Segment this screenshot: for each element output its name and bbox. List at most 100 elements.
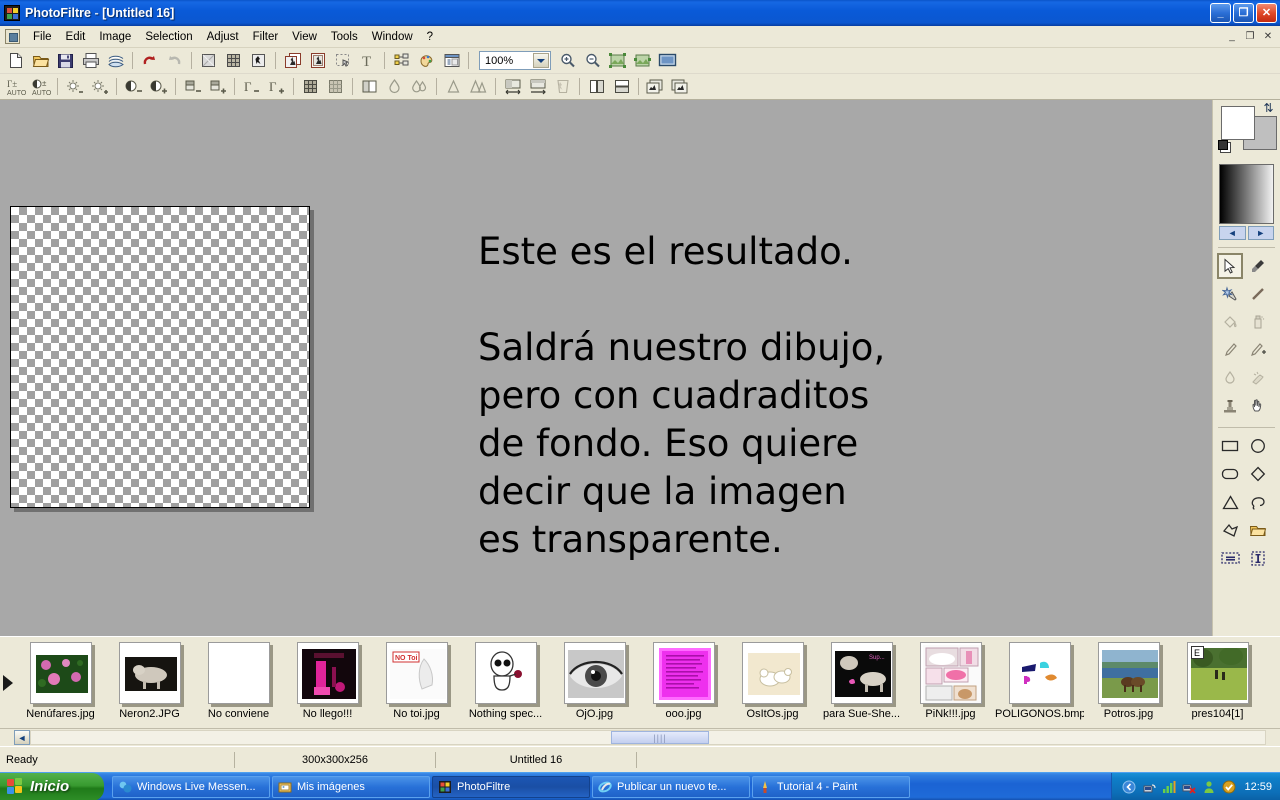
new-icon[interactable]	[4, 50, 27, 72]
fit-image-icon[interactable]	[606, 50, 629, 72]
list-item[interactable]: E pres104[1]	[1173, 637, 1262, 720]
sharpen-more-icon[interactable]	[467, 76, 490, 98]
rotate-right-icon[interactable]	[669, 76, 692, 98]
undo-icon[interactable]	[138, 50, 161, 72]
zoom-out-icon[interactable]	[581, 50, 604, 72]
auto-contrast-icon[interactable]: ± AUTO	[29, 76, 52, 98]
select-all-icon[interactable]	[331, 50, 354, 72]
blur-icon[interactable]	[383, 76, 406, 98]
thumbnail-image[interactable]: E	[1186, 642, 1249, 704]
paste-as-layer-icon[interactable]	[306, 50, 329, 72]
scrollbar-track[interactable]: ||||	[30, 730, 1266, 745]
redo-icon[interactable]	[163, 50, 186, 72]
thumbnail-image[interactable]	[474, 642, 537, 704]
dither-icon[interactable]	[299, 76, 322, 98]
blur-more-icon[interactable]	[408, 76, 431, 98]
actual-size-icon[interactable]	[631, 50, 654, 72]
text-icon[interactable]: T	[356, 50, 379, 72]
menu-item-tools[interactable]: Tools	[324, 29, 365, 45]
vertical-flip-sel-icon[interactable]	[1245, 545, 1271, 571]
network-icon[interactable]	[1142, 780, 1157, 794]
polygon-select-icon[interactable]	[1217, 517, 1243, 543]
taskbar-item-mis-imagenes[interactable]: Mis imágenes	[272, 775, 430, 798]
scroll-left-button[interactable]: ◄	[14, 730, 30, 745]
list-item[interactable]: Sup... para Sue-She...	[817, 637, 906, 720]
updates-icon[interactable]	[1222, 780, 1236, 794]
menu-item-adjust[interactable]: Adjust	[200, 29, 246, 45]
list-item[interactable]: ooo.jpg	[639, 637, 728, 720]
list-item[interactable]: Neron2.JPG	[105, 637, 194, 720]
menu-item-filter[interactable]: Filter	[246, 29, 286, 45]
thumbnail-image[interactable]	[919, 642, 982, 704]
image-size-icon[interactable]	[501, 76, 524, 98]
thumbnail-image[interactable]	[741, 642, 804, 704]
taskbar-item-messenger[interactable]: Windows Live Messen...	[112, 775, 270, 798]
list-item[interactable]: No llego!!!	[283, 637, 372, 720]
thumbnail-image[interactable]	[207, 642, 270, 704]
halftone-icon[interactable]	[324, 76, 347, 98]
thumbnail-image[interactable]	[563, 642, 626, 704]
clock[interactable]: 12:59	[1244, 781, 1272, 793]
full-screen-icon[interactable]	[656, 50, 679, 72]
taskbar-item-paint[interactable]: Tutorial 4 - Paint	[752, 775, 910, 798]
rectangle-select-icon[interactable]	[1217, 433, 1243, 459]
mdi-restore-button[interactable]: ❐	[1242, 29, 1258, 44]
swap-colors-icon[interactable]: ⇅	[1262, 102, 1275, 115]
grid-icon[interactable]	[222, 50, 245, 72]
thumbnail-image[interactable]	[652, 642, 715, 704]
thumbnail-image[interactable]: Sup...	[830, 642, 893, 704]
brightness-up-icon[interactable]	[88, 76, 111, 98]
saturation-down-icon[interactable]	[181, 76, 204, 98]
scroll-left-arrow-icon[interactable]	[0, 637, 16, 728]
gamma-up-icon[interactable]: Γ	[265, 76, 288, 98]
list-item[interactable]: POLIGONOS.bmp	[995, 637, 1084, 720]
image-workspace[interactable]: Este es el resultado. Saldrá nuestro dib…	[0, 100, 1212, 636]
hand-icon[interactable]	[1245, 393, 1271, 419]
zoom-level-combobox[interactable]: 100%	[479, 51, 551, 70]
menu-item-image[interactable]: Image	[92, 29, 138, 45]
canvas-size-icon[interactable]	[526, 76, 549, 98]
print-preview-icon[interactable]	[104, 50, 127, 72]
contrast-down-icon[interactable]	[122, 76, 145, 98]
chevron-left-icon[interactable]	[1122, 780, 1136, 794]
menu-item-help[interactable]: ?	[420, 29, 440, 45]
batch-icon[interactable]	[390, 50, 413, 72]
contrast-up-icon[interactable]	[147, 76, 170, 98]
paint-bucket-icon[interactable]	[1217, 309, 1243, 335]
close-button[interactable]: ✕	[1256, 3, 1277, 23]
menu-item-selection[interactable]: Selection	[138, 29, 199, 45]
mdi-close-button[interactable]: ✕	[1260, 29, 1276, 44]
thumbnail-image[interactable]	[296, 642, 359, 704]
list-item[interactable]: Potros.jpg	[1084, 637, 1173, 720]
triangle-select-icon[interactable]	[1217, 489, 1243, 515]
open-icon[interactable]	[29, 50, 52, 72]
magic-wand-icon[interactable]	[1217, 281, 1243, 307]
saturation-up-icon[interactable]	[206, 76, 229, 98]
minimize-button[interactable]: _	[1210, 3, 1231, 23]
color-palette-icon[interactable]	[415, 50, 438, 72]
chevron-down-icon[interactable]	[533, 53, 549, 68]
menu-item-edit[interactable]: Edit	[59, 29, 93, 45]
list-item[interactable]: Nothing spec...	[461, 637, 550, 720]
save-icon[interactable]	[54, 50, 77, 72]
clone-stamp-icon[interactable]	[1217, 393, 1243, 419]
ellipse-select-icon[interactable]	[1245, 433, 1271, 459]
menu-item-view[interactable]: View	[285, 29, 324, 45]
distort-icon[interactable]	[551, 76, 574, 98]
thumbnail-image[interactable]: NO Toi	[385, 642, 448, 704]
horizontal-flip-sel-icon[interactable]	[1217, 545, 1243, 571]
image-info-icon[interactable]	[440, 50, 463, 72]
maximize-button[interactable]: ❐	[1233, 3, 1254, 23]
reset-colors-icon[interactable]	[1218, 140, 1231, 153]
print-icon[interactable]	[79, 50, 102, 72]
list-item[interactable]: OjO.jpg	[550, 637, 639, 720]
load-selection-icon[interactable]	[1245, 517, 1271, 543]
rounded-rect-select-icon[interactable]	[1217, 461, 1243, 487]
list-item[interactable]: Nenúfares.jpg	[16, 637, 105, 720]
image-canvas[interactable]	[10, 206, 310, 508]
thumbnail-browser[interactable]: Nenúfares.jpg Neron2.JPG No conviene No …	[0, 636, 1280, 728]
taskbar-item-publicar[interactable]: Publicar un nuevo te...	[592, 775, 750, 798]
lasso-select-icon[interactable]	[1245, 489, 1271, 515]
flip-horizontal-icon[interactable]	[585, 76, 608, 98]
sharpen-icon[interactable]	[442, 76, 465, 98]
